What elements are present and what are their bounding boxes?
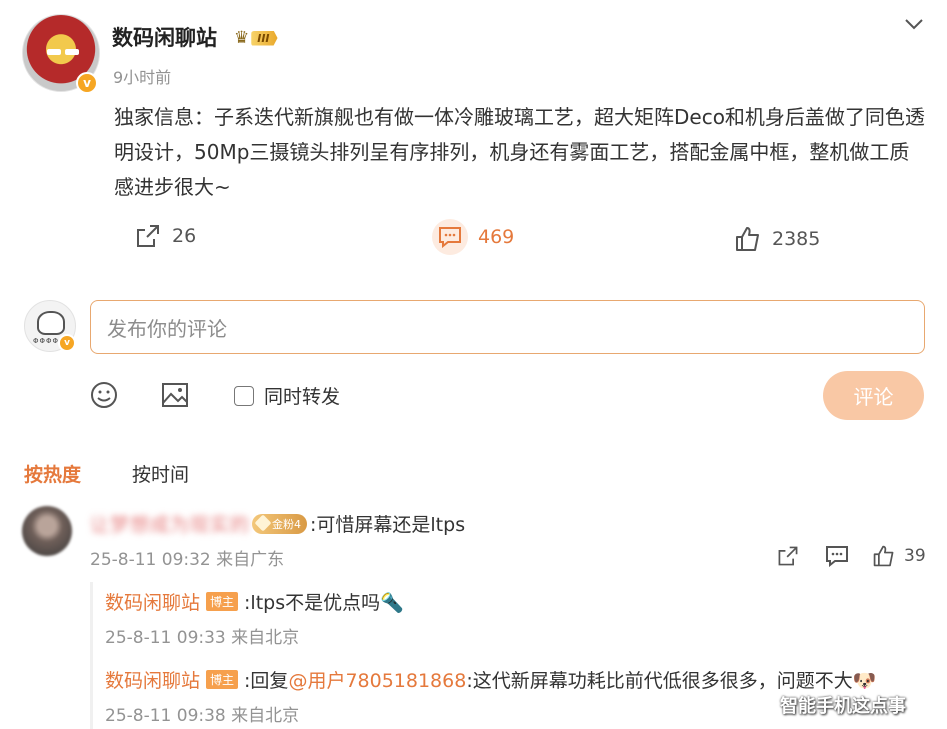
comment-reply-button[interactable] <box>825 543 849 569</box>
repost-button[interactable]: 26 <box>134 222 196 250</box>
avatar-eye <box>65 49 79 55</box>
flashlight-emoji: 🔦 <box>380 592 404 614</box>
level-label: III <box>251 30 278 46</box>
submit-comment-button[interactable]: 评论 <box>823 371 924 420</box>
post-content: 独家信息：子系迭代新旗舰也有做一体冷雕玻璃工艺，超大矩阵Deco和机身后盖做了同… <box>114 105 925 199</box>
tab-sort-time[interactable]: 按时间 <box>132 460 189 487</box>
reply-meta: 25-8-11 09:33 来自北京 <box>105 628 300 648</box>
like-count: 2385 <box>772 228 821 250</box>
host-tag: 博主 <box>206 592 239 611</box>
comment-icon <box>439 227 461 248</box>
repost-icon <box>137 225 159 247</box>
repost-toggle[interactable]: 同时转发 <box>234 382 340 409</box>
post-time[interactable]: 9小时前 <box>113 64 171 88</box>
fan-level-label: 金粉4 <box>272 518 301 531</box>
watermark: 智能手机这点事 <box>780 696 906 717</box>
comment-text: :可惜屏幕还是ltps <box>310 514 466 536</box>
member-level-badge[interactable]: ♛ III <box>234 28 278 48</box>
like-button[interactable]: 2385 <box>734 225 820 253</box>
comment-like-count: 39 <box>904 546 926 566</box>
comment-input-placeholder: 发布你的评论 <box>107 316 227 341</box>
repost-icon <box>778 546 798 566</box>
diamond-icon <box>254 514 272 532</box>
comment-meta: 25-8-11 09:32 来自广东 <box>90 550 285 570</box>
avatar-eye <box>47 49 61 55</box>
reply-item: 数码闲聊站 博主 :回复@用户7805181868:这代新屏幕功耗比前代低很多很多，… <box>105 666 876 693</box>
reply-author[interactable]: 数码闲聊站 <box>105 670 200 692</box>
host-tag: 博主 <box>206 670 239 689</box>
reply-prefix: :回复 <box>244 670 289 692</box>
like-icon <box>736 227 759 251</box>
comment-count: 469 <box>478 226 515 248</box>
repost-count: 26 <box>172 225 197 247</box>
tab-sort-hot[interactable]: 按热度 <box>24 460 81 487</box>
crown-icon: ♛ <box>234 28 250 48</box>
my-verified-badge: v <box>58 334 76 352</box>
like-icon <box>873 545 894 567</box>
comment-like-button[interactable]: 39 <box>872 543 926 569</box>
reply-meta: 25-8-11 09:38 来自北京 <box>105 706 300 726</box>
comment-button[interactable]: 469 <box>432 219 514 255</box>
comment-repost-button[interactable] <box>776 543 800 569</box>
verified-badge: v <box>76 72 98 94</box>
comment-input[interactable]: 发布你的评论 <box>90 300 925 354</box>
reply-author[interactable]: 数码闲聊站 <box>105 592 200 614</box>
reply-text: :这代新屏幕功耗比前代低很多很多，问题不大 <box>466 670 853 692</box>
reply-item: 数码闲聊站 博主 :ltps不是优点吗🔦 <box>105 588 404 615</box>
repost-toggle-label: 同时转发 <box>264 386 341 408</box>
doge-emoji: 🐶 <box>852 670 877 692</box>
fan-level-badge[interactable]: 金粉4 <box>252 514 307 534</box>
reply-text: :ltps不是优点吗 <box>244 592 381 614</box>
emoji-icon[interactable] <box>89 380 119 410</box>
commenter-name[interactable]: 让梦想成为现实的 <box>90 510 250 537</box>
comment-icon-wrap <box>432 219 468 255</box>
author-name[interactable]: 数码闲聊站 <box>112 22 217 52</box>
repost-checkbox[interactable] <box>234 385 254 406</box>
commenter-avatar[interactable] <box>22 506 72 556</box>
image-icon[interactable] <box>160 380 190 410</box>
chevron-down-icon[interactable] <box>900 14 928 34</box>
mention-link[interactable]: @用户7805181868 <box>288 670 466 692</box>
comment-icon <box>826 546 848 567</box>
avatar-face <box>37 311 65 335</box>
reply-thread-line <box>90 582 93 729</box>
